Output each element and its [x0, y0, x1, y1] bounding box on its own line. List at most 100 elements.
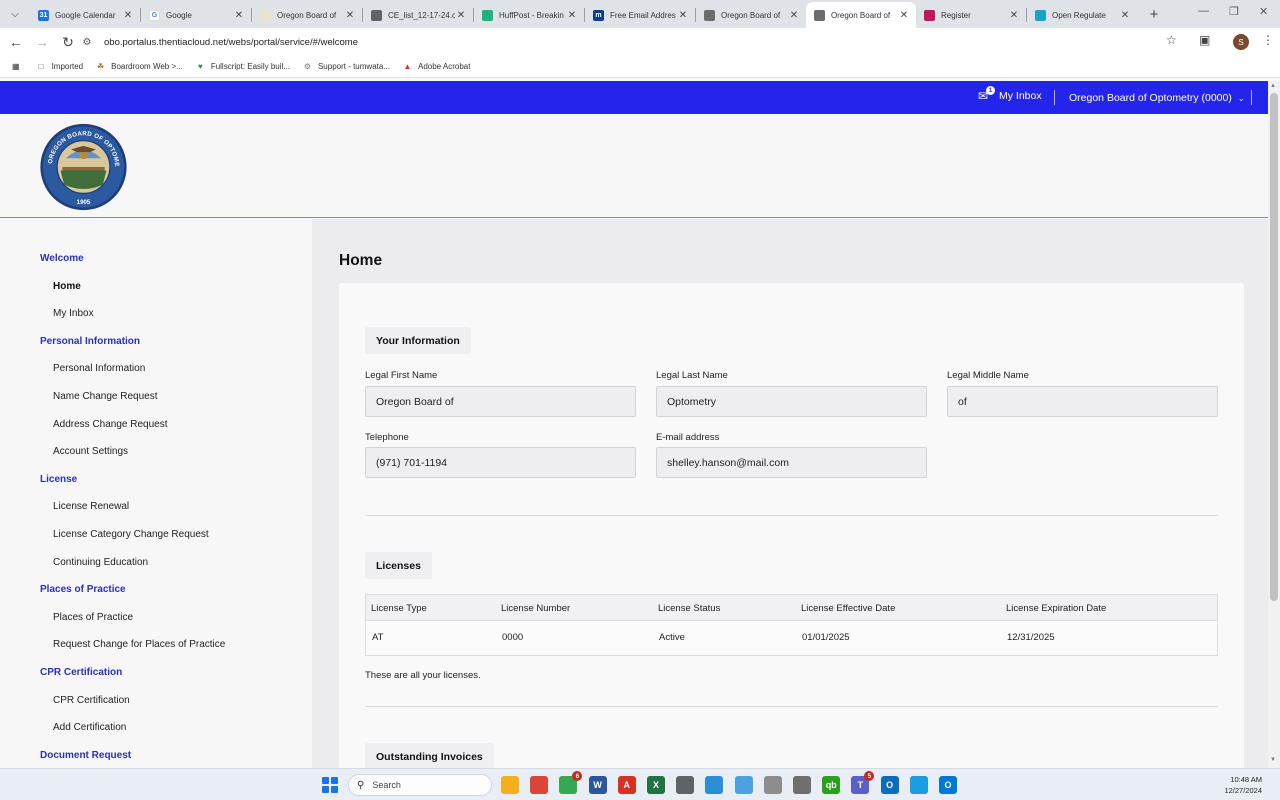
licenses-heading: Licenses	[365, 552, 432, 579]
site-info-icon[interactable]: ⚙	[80, 37, 94, 48]
reload-button[interactable]: ↻	[56, 30, 80, 54]
back-button[interactable]: ←	[4, 30, 28, 54]
tab-favicon-icon	[1035, 9, 1046, 21]
tab-search-chevron-icon[interactable]: ⌵	[4, 3, 26, 25]
telephone-field[interactable]	[365, 447, 636, 478]
first-name-field[interactable]	[365, 386, 636, 417]
tab-title: CE_list_12-17-24.c	[388, 10, 455, 20]
tab-title: Free Email Addres	[610, 10, 676, 20]
windows-start-icon[interactable]	[322, 777, 338, 793]
sidebar-item-continuing-education[interactable]: Continuing Education	[53, 557, 148, 568]
screenshot-icon[interactable]	[705, 776, 724, 794]
bookmark-item[interactable]: ♥ Fullscript: Easily buil...	[195, 61, 290, 72]
profile-avatar[interactable]: S	[1233, 34, 1249, 50]
sidebar-item-places-of-practice[interactable]: Places of Practice	[53, 612, 133, 623]
scrollbar-thumb[interactable]	[1270, 93, 1278, 601]
teams-icon[interactable]: T5	[851, 771, 875, 794]
email-field[interactable]	[656, 447, 927, 478]
bookmark-item[interactable]: ⚙ Support - tumwata...	[302, 61, 390, 72]
sidebar-section-cpr-certification[interactable]: CPR Certification	[40, 667, 122, 678]
bookmark-item[interactable]: ▲ Adobe Acrobat	[402, 61, 471, 72]
quickbooks-icon[interactable]: qb	[822, 776, 841, 794]
sidebar-item-account-settings[interactable]: Account Settings	[53, 446, 128, 457]
forward-button[interactable]: →	[30, 30, 54, 54]
browser-tab[interactable]: Register ✕	[916, 2, 1026, 28]
browser-tab[interactable]: Oregon Board of ✕	[252, 2, 362, 28]
oregon-board-seal-logo[interactable]: OREGON BOARD OF OPTOMETRY 1905	[39, 123, 128, 211]
notepad-icon[interactable]	[734, 776, 753, 794]
browser-tab[interactable]: Oregon Board of ✕	[696, 2, 806, 28]
calculator-icon[interactable]	[793, 776, 811, 794]
printer-icon[interactable]	[676, 776, 695, 794]
restore-icon[interactable]: ❐	[1229, 5, 1239, 18]
bookmark-item[interactable]: ☘ Boardroom Web >...	[95, 61, 183, 72]
sidebar-section-license[interactable]: License	[40, 474, 77, 485]
sidebar-item-personal-information[interactable]: Personal Information	[53, 363, 145, 374]
outlook-new-icon[interactable]: O	[939, 776, 957, 794]
apps-grid-icon[interactable]: ▦	[12, 62, 20, 71]
scroll-up-arrow-icon[interactable]: ▲	[1270, 83, 1276, 89]
acrobat-icon: ▲	[403, 62, 412, 71]
bookmark-item[interactable]: □ Imported	[36, 61, 84, 72]
page-scrollbar[interactable]: ▲ ▼	[1268, 81, 1280, 768]
excel-icon[interactable]: X	[647, 776, 665, 794]
folder-icon: □	[38, 62, 44, 71]
tab-title: Oregon Board of	[277, 10, 337, 20]
close-tab-icon[interactable]: ✕	[344, 10, 356, 21]
sidebar-item-add-certification[interactable]: Add Certification	[53, 722, 126, 733]
browser-tab[interactable]: m Free Email Addres ✕	[585, 2, 695, 28]
address-bar[interactable]: ⚙ obo.portalus.thentiacloud.net/webs/por…	[80, 31, 1190, 53]
system-clock[interactable]: 10:48 AM 12/27/2024	[1218, 774, 1262, 796]
middle-name-field[interactable]	[947, 386, 1218, 417]
browser-menu-icon[interactable]: ⋮	[1262, 33, 1274, 47]
close-tab-icon[interactable]: ✕	[233, 10, 245, 21]
close-tab-icon[interactable]: ✕	[566, 10, 578, 21]
sidebar-item-address-change-request[interactable]: Address Change Request	[53, 419, 168, 430]
sidebar-section-places-of-practice[interactable]: Places of Practice	[40, 584, 126, 595]
close-tab-icon[interactable]: ✕	[898, 10, 910, 21]
browser-tab[interactable]: HuffPost - Breakin ✕	[474, 2, 584, 28]
chrome-profile-icon[interactable]: 6	[559, 771, 583, 794]
browser-tab[interactable]: 31 Google Calendar ✕	[30, 2, 140, 28]
account-menu[interactable]: Oregon Board of Optometry (0000) ⌄	[1069, 92, 1245, 104]
close-tab-icon[interactable]: ✕	[677, 10, 689, 21]
acrobat-icon[interactable]: A	[617, 776, 636, 794]
my-inbox-link[interactable]: ✉ 1 My Inbox	[978, 85, 1042, 102]
sidebar-item-license-category-change-request[interactable]: License Category Change Request	[53, 529, 209, 540]
outlook-icon[interactable]: O	[880, 776, 899, 794]
browser-tab[interactable]: Oregon Board of ✕	[806, 2, 916, 28]
taskbar-app-glyph: W	[593, 780, 602, 790]
sidebar-item-cpr-certification[interactable]: CPR Certification	[53, 695, 130, 706]
word-icon[interactable]: W	[588, 776, 607, 794]
chrome-icon[interactable]	[530, 776, 549, 794]
extensions-icon[interactable]: ▣	[1199, 33, 1210, 47]
file-explorer-icon[interactable]	[501, 776, 519, 794]
close-tab-icon[interactable]: ✕	[1119, 10, 1131, 21]
taskbar-app-glyph: A	[623, 780, 631, 790]
sidebar-section-document-request[interactable]: Document Request	[40, 750, 131, 761]
columns-app-icon[interactable]	[763, 776, 782, 794]
bookmark-star-icon[interactable]: ☆	[1166, 33, 1177, 47]
last-name-field[interactable]	[656, 386, 927, 417]
browser-tab[interactable]: G Google ✕	[141, 2, 251, 28]
sidebar-section-personal-information[interactable]: Personal Information	[40, 336, 140, 347]
close-tab-icon[interactable]: ✕	[455, 10, 467, 21]
edge-icon[interactable]	[909, 776, 928, 794]
scroll-down-arrow-icon[interactable]: ▼	[1270, 757, 1276, 763]
sidebar-section-welcome[interactable]: Welcome	[40, 253, 84, 264]
minimize-icon[interactable]: —	[1198, 5, 1209, 17]
close-window-icon[interactable]: ✕	[1259, 5, 1268, 18]
close-tab-icon[interactable]: ✕	[122, 10, 134, 21]
sidebar-item-my-inbox[interactable]: My Inbox	[53, 308, 94, 319]
sidebar-item-home[interactable]: Home	[53, 281, 81, 292]
section-divider	[365, 515, 1218, 516]
sidebar-item-license-renewal[interactable]: License Renewal	[53, 501, 129, 512]
close-tab-icon[interactable]: ✕	[1008, 10, 1020, 21]
browser-tab[interactable]: Open Regulate ✕	[1027, 2, 1137, 28]
sidebar-item-name-change-request[interactable]: Name Change Request	[53, 391, 158, 402]
close-tab-icon[interactable]: ✕	[788, 10, 800, 21]
taskbar-search-box[interactable]: ⚲ Search	[348, 774, 492, 796]
browser-tab[interactable]: CE_list_12-17-24.c ✕	[363, 2, 473, 28]
new-tab-button[interactable]: +	[1143, 3, 1165, 25]
sidebar-item-request-change-for-places-of-practice[interactable]: Request Change for Places of Practice	[53, 639, 225, 650]
